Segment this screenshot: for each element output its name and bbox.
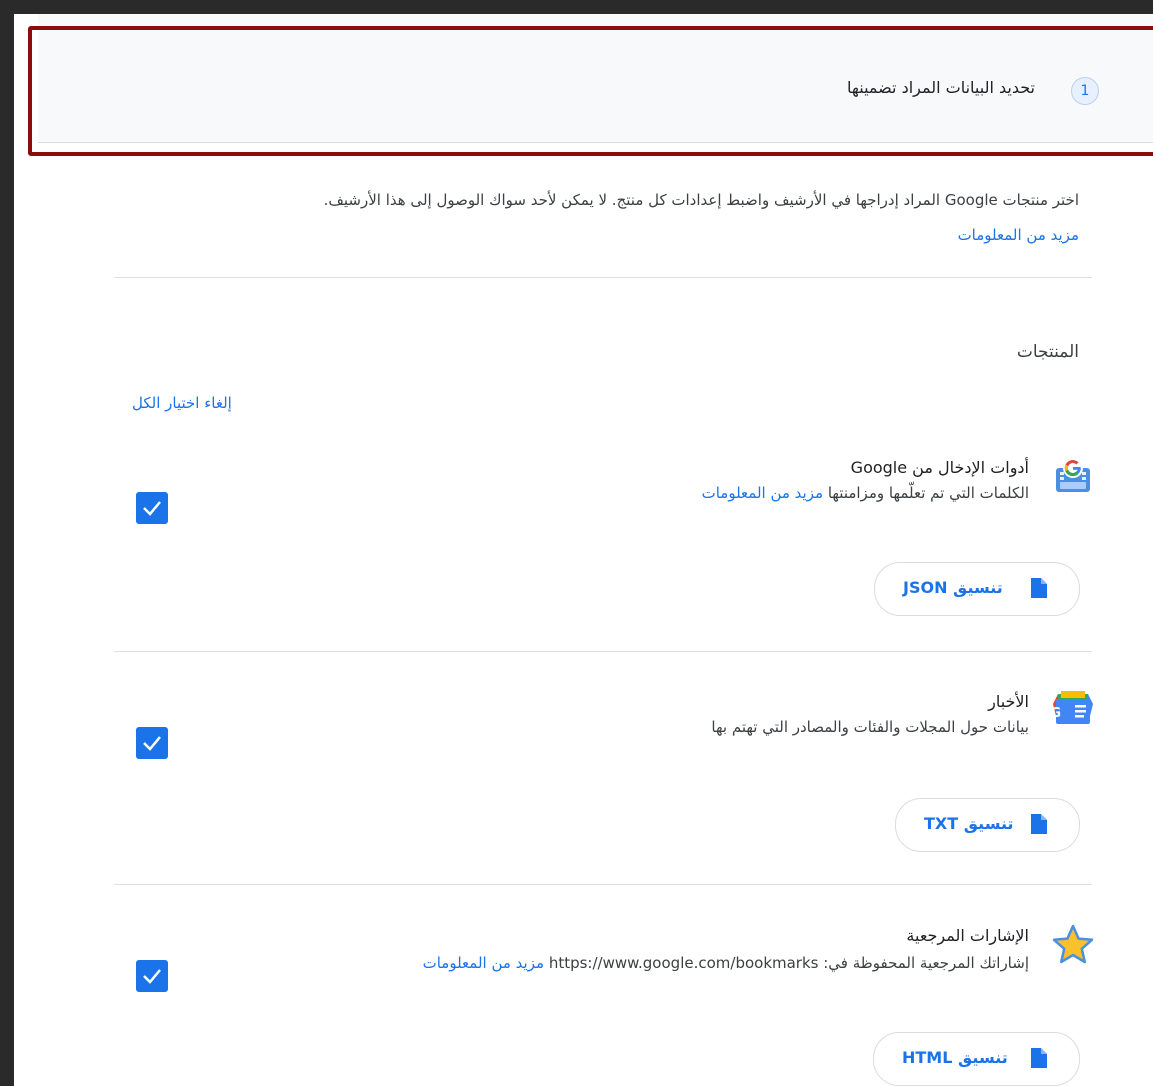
star-icon [1051, 924, 1095, 964]
file-icon [1031, 578, 1047, 598]
backdrop-top [0, 0, 1153, 14]
product-more-info-link[interactable]: مزيد من المعلومات [423, 954, 544, 972]
product-name-news: الأخبار [988, 692, 1029, 711]
format-label: تنسيق TXT [924, 814, 1014, 833]
format-label: تنسيق HTML [902, 1048, 1008, 1067]
product-description-text: الكلمات التي تم تعلّمها ومزامنتها [827, 484, 1029, 502]
intro-description: اختر منتجات Google المراد إدراجها في الأ… [323, 191, 1079, 209]
step-header[interactable]: 1 تحديد البيانات المراد تضمينها [38, 14, 1153, 143]
divider [114, 277, 1092, 278]
products-heading: المنتجات [1016, 342, 1079, 362]
intro-more-info-link[interactable]: مزيد من المعلومات [958, 226, 1079, 244]
format-button-html[interactable]: تنسيق HTML [873, 1032, 1080, 1086]
gboard-icon [1051, 456, 1095, 496]
product-checkbox-bookmarks[interactable] [136, 960, 168, 992]
checkmark-icon [143, 501, 161, 516]
product-more-info-link[interactable]: مزيد من المعلومات [702, 484, 823, 502]
format-button-json[interactable]: تنسيق JSON [874, 562, 1080, 616]
product-description-news: بيانات حول المجلات والفئات والمصادر التي… [711, 718, 1029, 736]
product-checkbox-gboard[interactable] [136, 492, 168, 524]
google-news-icon: G [1050, 690, 1095, 730]
file-icon [1031, 814, 1047, 834]
deselect-all-link[interactable]: إلغاء اختيار الكل [132, 394, 232, 412]
step-title: تحديد البيانات المراد تضمينها [847, 78, 1035, 97]
svg-text:G: G [1051, 706, 1061, 721]
format-button-txt[interactable]: تنسيق TXT [895, 798, 1080, 852]
product-name-bookmarks: الإشارات المرجعية [906, 926, 1029, 945]
product-description-text: إشاراتك المرجعية المحفوظة في: https://ww… [548, 954, 1029, 972]
product-checkbox-news[interactable] [136, 727, 168, 759]
takeout-page: 1 تحديد البيانات المراد تضمينها اختر منت… [14, 14, 1153, 1086]
checkmark-icon [143, 736, 161, 751]
step-number-badge: 1 [1071, 77, 1099, 105]
divider [114, 651, 1092, 652]
product-name-gboard: أدوات الإدخال من Google [850, 458, 1029, 477]
product-description-gboard: الكلمات التي تم تعلّمها ومزامنتها مزيد م… [702, 484, 1029, 502]
file-icon [1031, 1048, 1047, 1068]
divider [114, 884, 1092, 885]
format-label: تنسيق JSON [903, 578, 1003, 597]
product-description-bookmarks: إشاراتك المرجعية المحفوظة في: https://ww… [423, 954, 1029, 972]
checkmark-icon [143, 969, 161, 984]
backdrop-left [0, 0, 14, 1086]
